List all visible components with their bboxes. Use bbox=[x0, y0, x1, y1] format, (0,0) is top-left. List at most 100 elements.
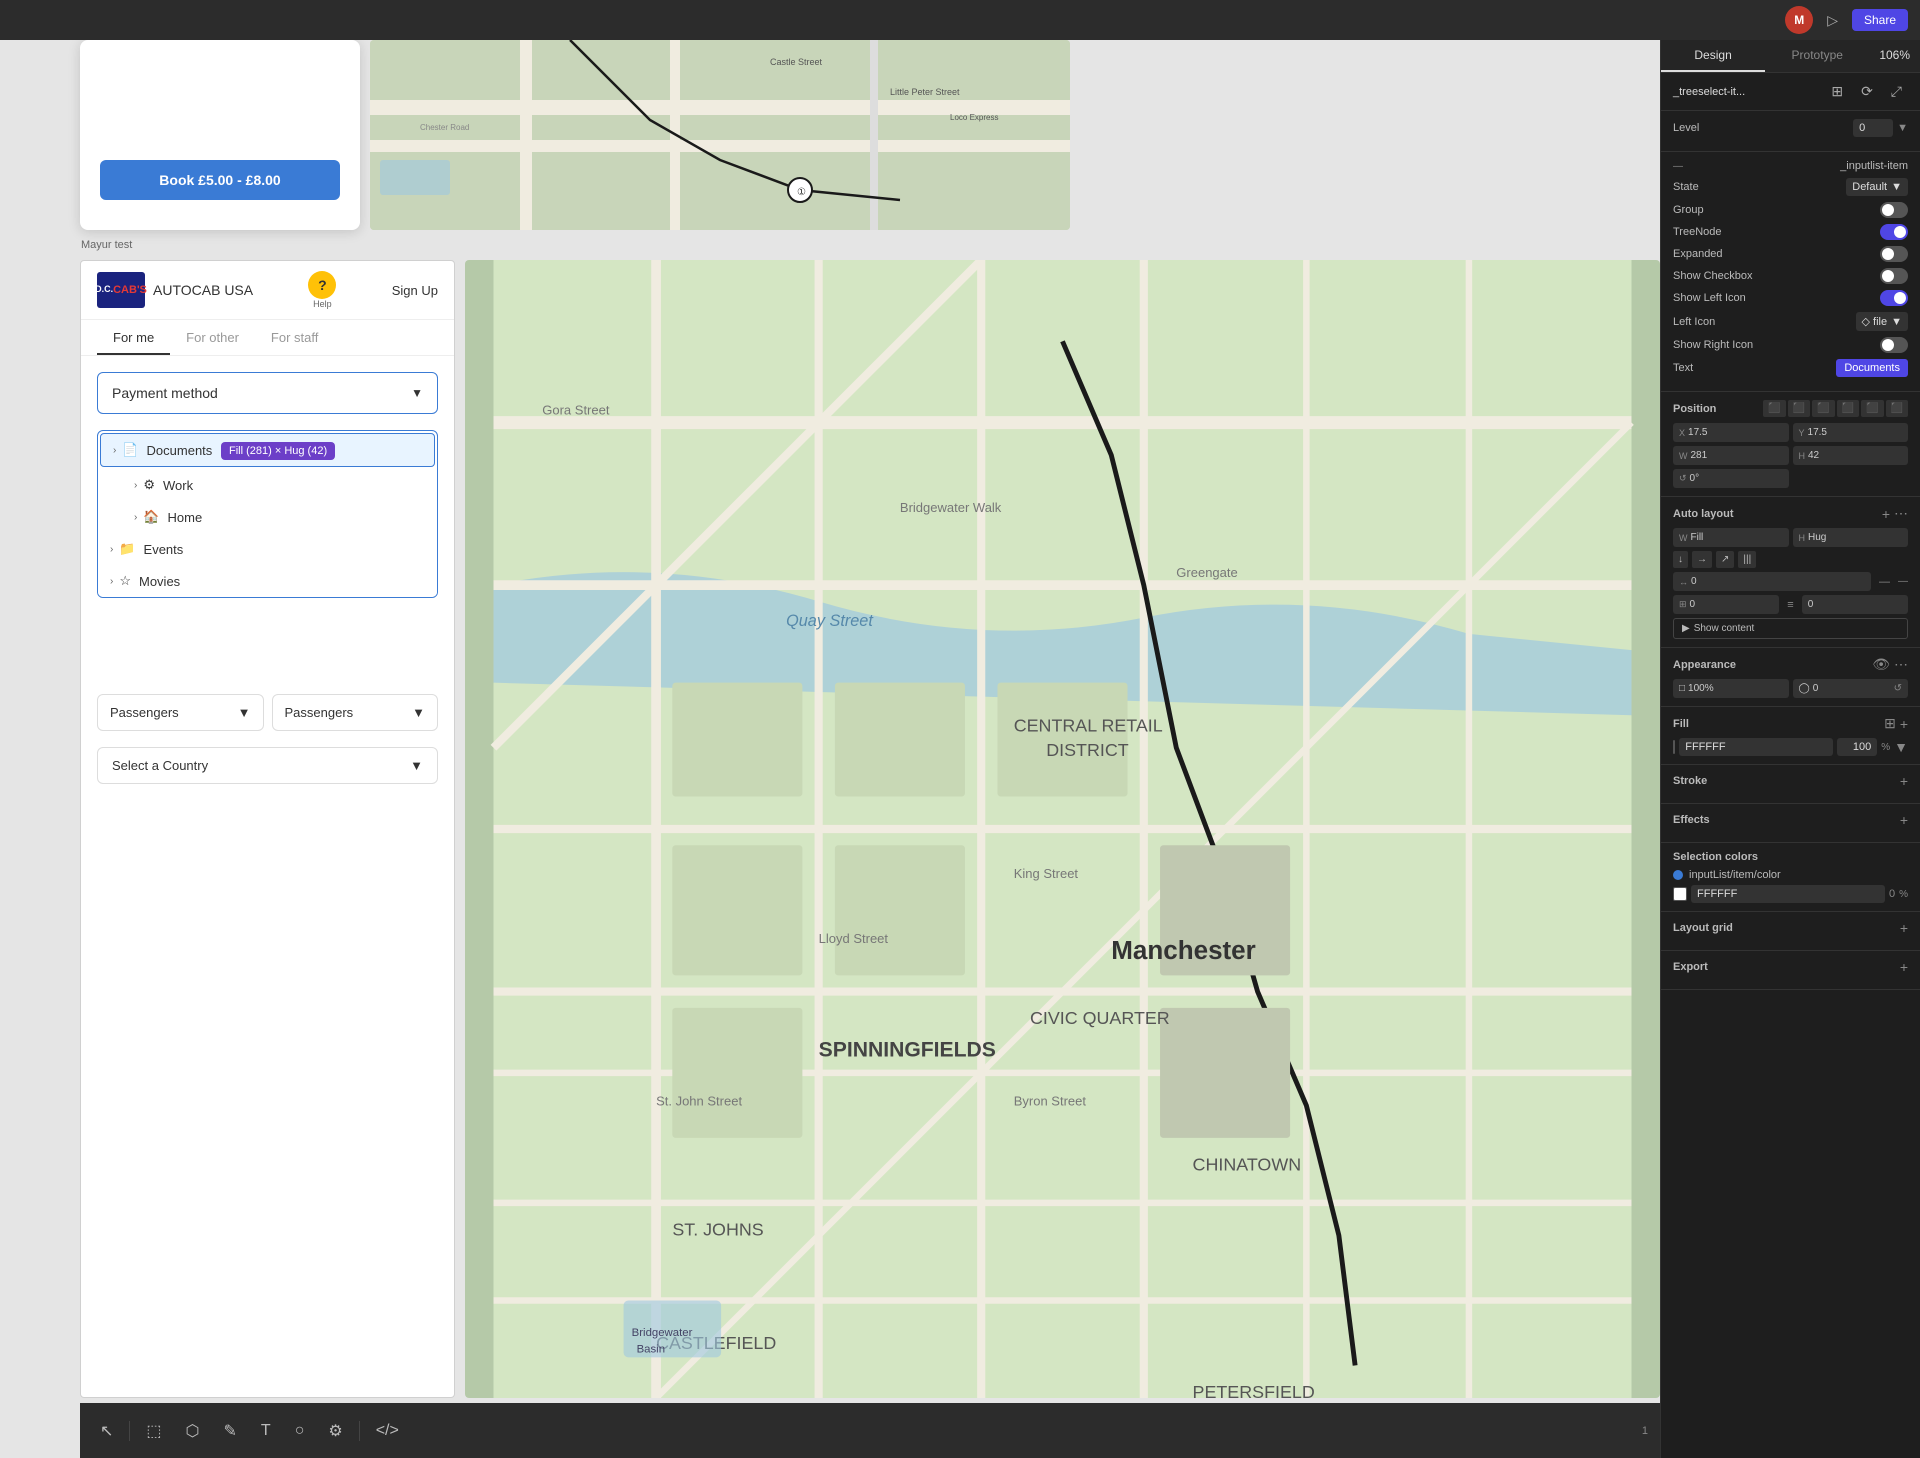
effects-add-btn[interactable]: + bbox=[1900, 812, 1908, 828]
inputlist-name: _inputlist-item bbox=[1840, 160, 1908, 172]
fill-add-btn[interactable]: + bbox=[1900, 715, 1908, 732]
design-tab[interactable]: Design bbox=[1661, 40, 1765, 72]
show-checkbox-toggle[interactable] bbox=[1880, 268, 1908, 284]
selection-colors-title: Selection colors bbox=[1673, 851, 1758, 863]
play-button[interactable]: ▷ bbox=[1821, 10, 1844, 31]
pad-h-input[interactable]: ⊞ 0 bbox=[1673, 595, 1779, 614]
text-tool[interactable]: T bbox=[253, 1418, 279, 1444]
align-right-btn[interactable]: ⬛ bbox=[1812, 400, 1834, 417]
treenode-toggle[interactable] bbox=[1880, 224, 1908, 240]
sc-num: 0 bbox=[1889, 888, 1895, 900]
passengers-chevron-1: ▼ bbox=[238, 705, 251, 720]
toolbar-sep-2 bbox=[359, 1421, 360, 1441]
al-align3[interactable]: ↗ bbox=[1716, 551, 1734, 568]
width-fill-box[interactable]: W Fill bbox=[1673, 528, 1789, 547]
fill-hex-input[interactable] bbox=[1679, 738, 1833, 756]
fill-grid-btn[interactable]: ⊞ bbox=[1884, 715, 1896, 732]
y-input[interactable]: Y 17.5 bbox=[1793, 423, 1909, 442]
tree-item-documents[interactable]: › 📄 Documents Fill (281) × Hug (42) bbox=[100, 433, 435, 467]
rotate-input[interactable]: ↺ 0° bbox=[1673, 469, 1789, 488]
autolayout-settings-btn[interactable]: ⋯ bbox=[1894, 505, 1908, 522]
signup-button[interactable]: Sign Up bbox=[392, 283, 438, 298]
stroke-add-btn[interactable]: + bbox=[1900, 773, 1908, 789]
align-center-btn[interactable]: ⬛ bbox=[1788, 400, 1810, 417]
gap-input[interactable]: ↔ 0 bbox=[1673, 572, 1871, 591]
align-top-btn[interactable]: ⬛ bbox=[1837, 400, 1859, 417]
link-icon-btn[interactable]: ⟳ bbox=[1855, 81, 1879, 102]
al-align4[interactable]: ||| bbox=[1738, 551, 1756, 568]
align-middle-btn[interactable]: ⬛ bbox=[1861, 400, 1883, 417]
main-content: Mayur test D.C. CAB'S AUTOCAB USA ? Help… bbox=[80, 260, 1660, 1398]
text-value[interactable]: Documents bbox=[1836, 359, 1908, 377]
height-hug-box[interactable]: H Hug bbox=[1793, 528, 1909, 547]
fill-swatch[interactable] bbox=[1673, 740, 1675, 754]
x-input[interactable]: X 17.5 bbox=[1673, 423, 1789, 442]
book-button[interactable]: Book £5.00 - £8.00 bbox=[100, 160, 340, 200]
user-avatar[interactable]: M bbox=[1785, 6, 1813, 34]
country-chevron-icon: ▼ bbox=[410, 758, 423, 773]
layout-grid-add-btn[interactable]: + bbox=[1900, 920, 1908, 936]
help-circle[interactable]: ? bbox=[308, 271, 336, 299]
tree-item-work[interactable]: › ⚙ Work bbox=[122, 469, 437, 501]
tree-item-home[interactable]: › 🏠 Home bbox=[122, 501, 437, 533]
tab-for-staff[interactable]: For staff bbox=[255, 320, 334, 355]
passengers-select-2[interactable]: Passengers ▼ bbox=[272, 694, 439, 731]
pen-tool[interactable]: ✎ bbox=[216, 1417, 245, 1445]
share-button[interactable]: Share bbox=[1852, 9, 1908, 31]
show-right-icon-toggle[interactable] bbox=[1880, 337, 1908, 353]
expanded-toggle[interactable] bbox=[1880, 246, 1908, 262]
w-size-input[interactable]: W 281 bbox=[1673, 446, 1789, 465]
frame-tool[interactable]: ⬚ bbox=[138, 1417, 169, 1445]
level-input[interactable] bbox=[1853, 119, 1893, 137]
svg-text:St. John Street: St. John Street bbox=[656, 1093, 742, 1108]
fill-dropdown-btn[interactable]: ▼ bbox=[1894, 739, 1908, 755]
grid-icon-btn[interactable]: ⊞ bbox=[1825, 81, 1849, 102]
eye-btn[interactable]: 👁 bbox=[1872, 656, 1890, 673]
autolayout-add-btn[interactable]: + bbox=[1882, 505, 1890, 522]
appearance-more-btn[interactable]: ⋯ bbox=[1894, 656, 1908, 673]
prototype-tab[interactable]: Prototype bbox=[1765, 40, 1869, 72]
tree-chevron-home: › bbox=[134, 512, 137, 523]
h-size-input[interactable]: H 42 bbox=[1793, 446, 1909, 465]
svg-text:King Street: King Street bbox=[1014, 866, 1079, 881]
align-left-btn[interactable]: ⬛ bbox=[1763, 400, 1785, 417]
cursor-tool[interactable]: ↖ bbox=[92, 1417, 121, 1445]
tree-item-events[interactable]: › 📁 Events bbox=[98, 533, 437, 565]
show-content-btn[interactable]: ▶ Show content bbox=[1673, 618, 1908, 639]
country-select[interactable]: Select a Country ▼ bbox=[97, 747, 438, 784]
passengers-select-1[interactable]: Passengers ▼ bbox=[97, 694, 264, 731]
autocab-logo: D.C. CAB'S AUTOCAB USA bbox=[97, 272, 253, 308]
component-tool[interactable]: ⚙ bbox=[320, 1417, 350, 1445]
fill-opacity-input[interactable] bbox=[1837, 738, 1877, 756]
sc-hex-input[interactable] bbox=[1691, 885, 1885, 903]
left-icon-select[interactable]: ◇ file ▼ bbox=[1856, 312, 1908, 331]
position-inputs: X 17.5 Y 17.5 W 281 H 42 ↺ 0° bbox=[1673, 423, 1908, 488]
show-left-icon-toggle[interactable] bbox=[1880, 290, 1908, 306]
shape-tool[interactable]: ⬡ bbox=[178, 1417, 208, 1445]
opacity-input[interactable]: □ 100% bbox=[1673, 679, 1789, 698]
component-actions: ⊞ ⟳ ⤢ bbox=[1825, 81, 1908, 102]
top-bar: M ▷ Share bbox=[0, 0, 1920, 40]
expand-icon-btn[interactable]: ⤢ bbox=[1885, 81, 1908, 102]
sc-swatch[interactable] bbox=[1673, 887, 1687, 901]
tree-item-movies[interactable]: › ☆ Movies bbox=[98, 565, 437, 597]
booking-card: Book £5.00 - £8.00 bbox=[80, 40, 360, 230]
al-align2[interactable]: → bbox=[1692, 551, 1712, 568]
group-toggle[interactable] bbox=[1880, 202, 1908, 218]
zoom-level[interactable]: 106% bbox=[1869, 40, 1920, 72]
tab-for-me[interactable]: For me bbox=[97, 320, 170, 355]
svg-text:Bridgewater Walk: Bridgewater Walk bbox=[900, 500, 1002, 515]
pad-v-input[interactable]: 0 bbox=[1802, 595, 1908, 614]
al-align1[interactable]: ↓ bbox=[1673, 551, 1688, 568]
export-add-btn[interactable]: + bbox=[1900, 959, 1908, 975]
state-select[interactable]: Default ▼ bbox=[1846, 178, 1908, 196]
code-tool[interactable]: </> bbox=[368, 1418, 407, 1444]
expanded-label: Expanded bbox=[1673, 248, 1723, 260]
align-bottom-btn[interactable]: ⬛ bbox=[1886, 400, 1908, 417]
tab-for-other[interactable]: For other bbox=[170, 320, 255, 355]
ellipse-tool[interactable]: ○ bbox=[287, 1418, 313, 1444]
left-icon-row: Left Icon ◇ file ▼ bbox=[1673, 312, 1908, 331]
payment-dropdown[interactable]: Payment method ▼ bbox=[97, 372, 438, 414]
corner-input[interactable]: ◯ 0 ↺ bbox=[1793, 679, 1909, 698]
show-checkbox-row: Show Checkbox bbox=[1673, 268, 1908, 284]
